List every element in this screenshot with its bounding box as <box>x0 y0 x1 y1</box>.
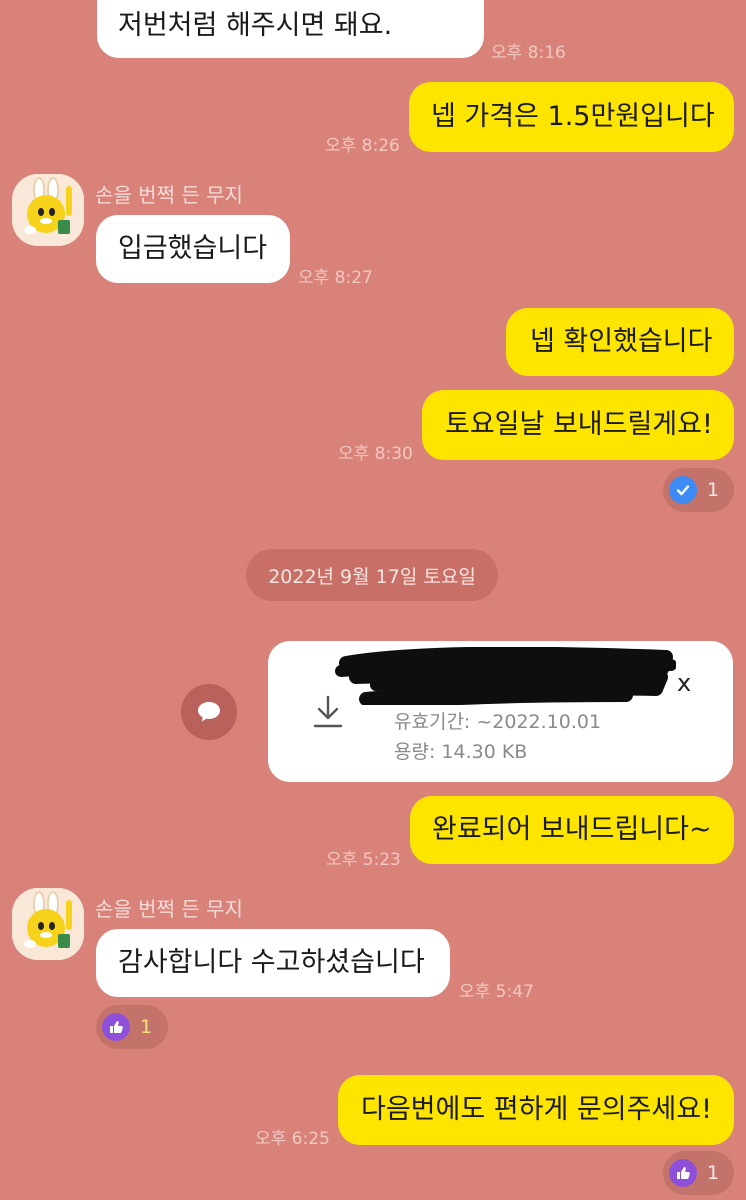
sender-avatar[interactable] <box>12 174 84 246</box>
download-icon[interactable] <box>310 693 346 731</box>
message-text: 다음번에도 편하게 문의주세요! <box>361 1094 712 1125</box>
message-text: 감사합니다 수고하셨습니다 <box>118 947 425 978</box>
message-time: 오후 8:16 <box>491 43 566 63</box>
file-name-extension: x <box>677 669 692 697</box>
thumbs-up-icon <box>102 1013 130 1041</box>
reaction-count: 1 <box>140 1016 153 1038</box>
sender-avatar[interactable] <box>12 888 84 960</box>
share-button[interactable] <box>181 684 237 740</box>
redacted-filename <box>335 647 676 705</box>
sender-name: 손을 번쩍 든 무지 <box>95 897 243 921</box>
sender-name: 손을 번쩍 든 무지 <box>95 183 243 207</box>
reaction-badge[interactable]: 1 <box>663 1151 734 1195</box>
message-bubble-sent[interactable]: 완료되어 보내드립니다~ <box>410 796 734 864</box>
reaction-badge[interactable]: 1 <box>96 1005 168 1049</box>
file-size: 용량: 14.30 KB <box>394 741 528 763</box>
message-time: 오후 5:47 <box>459 982 534 1002</box>
muzi-rabbit-avatar-icon <box>12 174 84 246</box>
message-bubble-received[interactable]: 저번처럼 해주시면 돼요. <box>97 0 484 58</box>
message-bubble-received[interactable]: 감사합니다 수고하셨습니다 <box>96 929 450 997</box>
message-bubble-sent[interactable]: 토요일날 보내드릴게요! <box>422 390 734 460</box>
check-circle-icon <box>669 476 697 504</box>
message-text: 넵 확인했습니다 <box>530 326 713 357</box>
file-attachment-card[interactable]: x 유효기간: ~2022.10.01 용량: 14.30 KB <box>268 641 733 782</box>
message-text: 완료되어 보내드립니다~ <box>432 814 712 845</box>
speech-bubble-icon <box>198 702 220 722</box>
reaction-count: 1 <box>707 1162 720 1184</box>
date-divider: 2022년 9월 17일 토요일 <box>246 549 498 601</box>
reaction-count: 1 <box>707 479 720 501</box>
message-text: 토요일날 보내드릴게요! <box>445 409 713 440</box>
message-text: 입금했습니다 <box>118 233 268 264</box>
message-bubble-received[interactable]: 입금했습니다 <box>96 215 290 283</box>
message-time: 오후 8:30 <box>338 444 413 464</box>
message-time: 오후 8:26 <box>325 136 400 156</box>
message-bubble-sent[interactable]: 넵 가격은 1.5만원입니다 <box>409 82 734 152</box>
file-expiry: 유효기간: ~2022.10.01 <box>394 711 602 733</box>
message-time: 오후 5:23 <box>326 850 401 870</box>
muzi-rabbit-avatar-icon <box>12 888 84 960</box>
message-text: 저번처럼 해주시면 돼요. <box>118 10 393 41</box>
reaction-badge[interactable]: 1 <box>663 468 734 512</box>
message-text: 넵 가격은 1.5만원입니다 <box>431 101 715 132</box>
message-time: 오후 8:27 <box>298 268 373 288</box>
message-time: 오후 6:25 <box>255 1129 330 1149</box>
message-bubble-sent[interactable]: 넵 확인했습니다 <box>506 308 734 376</box>
thumbs-up-icon <box>669 1159 697 1187</box>
message-bubble-sent[interactable]: 다음번에도 편하게 문의주세요! <box>338 1075 734 1145</box>
